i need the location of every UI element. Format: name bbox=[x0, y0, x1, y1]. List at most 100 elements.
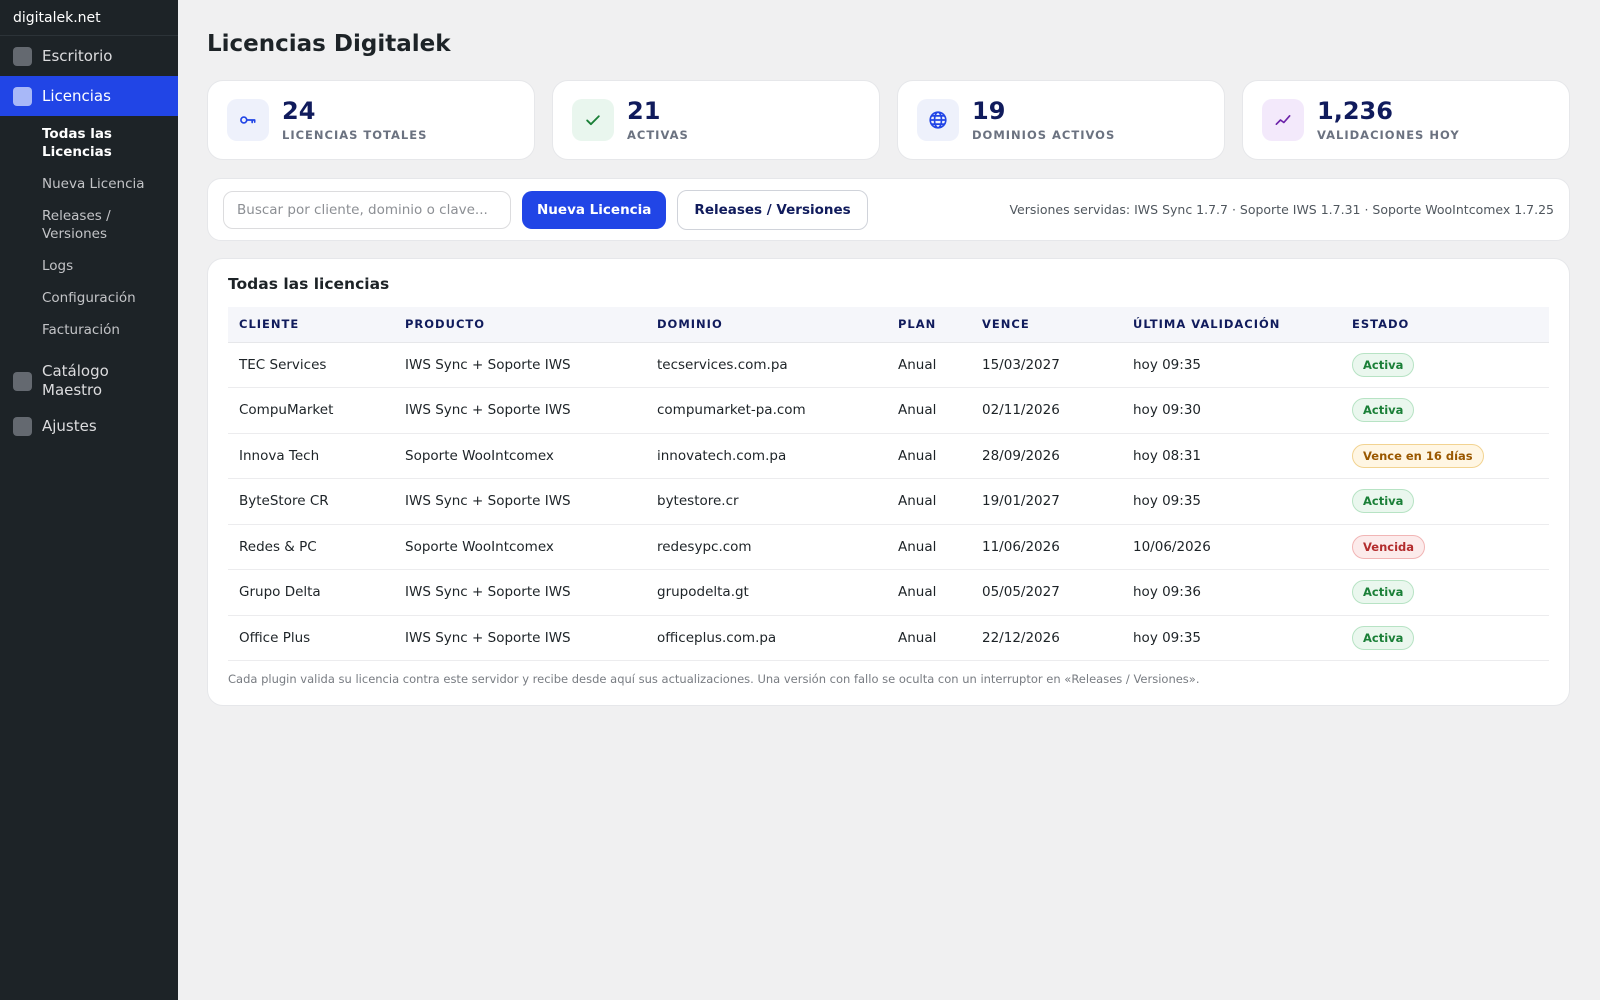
versions-info: Versiones servidas: IWS Sync 1.7.7 · Sop… bbox=[1009, 202, 1554, 217]
sidebar-item-label: Ajustes bbox=[42, 416, 97, 435]
cell-ultima-validacion: hoy 09:35 bbox=[1122, 615, 1341, 661]
cell-dominio: redesypc.com bbox=[646, 524, 887, 570]
cell-ultima-validacion: 10/06/2026 bbox=[1122, 524, 1341, 570]
table-row[interactable]: CompuMarket IWS Sync + Soporte IWS compu… bbox=[228, 387, 1549, 434]
sidebar-item-catalogo-maestro[interactable]: Catálogo Maestro bbox=[0, 356, 178, 406]
submenu-item-nueva-licencia[interactable]: Nueva Licencia bbox=[0, 172, 178, 196]
cell-cliente: CompuMarket bbox=[228, 387, 394, 434]
table-row[interactable]: Redes & PC Soporte WooIntcomex redesypc.… bbox=[228, 524, 1549, 570]
trend-icon bbox=[1262, 99, 1304, 141]
cell-vence: 02/11/2026 bbox=[971, 387, 1122, 434]
sidebar-item-ajustes[interactable]: Ajustes bbox=[0, 406, 178, 446]
cell-dominio: grupodelta.gt bbox=[646, 569, 887, 616]
status-badge: Activa bbox=[1352, 625, 1415, 650]
table-footnote: Cada plugin valida su licencia contra es… bbox=[228, 672, 1200, 686]
sidebar-nav: Escritorio Licencias bbox=[0, 36, 178, 116]
cell-dominio: bytestore.cr bbox=[646, 478, 887, 525]
status-badge: Activa bbox=[1352, 352, 1415, 377]
licencias-submenu: Todas las Licencias Nueva Licencia Relea… bbox=[0, 116, 178, 356]
column-header-estado[interactable]: ESTADO bbox=[1341, 307, 1549, 343]
table-row[interactable]: TEC Services IWS Sync + Soporte IWS tecs… bbox=[228, 342, 1549, 388]
cell-cliente: Grupo Delta bbox=[228, 569, 394, 616]
submenu-item-facturacion[interactable]: Facturación bbox=[0, 318, 178, 342]
sidebar-item-escritorio[interactable]: Escritorio bbox=[0, 36, 178, 76]
stats-row: 24 LICENCIAS TOTALES 21 ACTIVAS 19 DOMIN… bbox=[207, 80, 1570, 160]
cell-cliente: TEC Services bbox=[228, 342, 394, 388]
column-header-cliente[interactable]: CLIENTE bbox=[228, 307, 394, 343]
cell-ultima-validacion: hoy 09:30 bbox=[1122, 387, 1341, 434]
cell-ultima-validacion: hoy 08:31 bbox=[1122, 433, 1341, 479]
sidebar-nav-lower: Catálogo Maestro Ajustes bbox=[0, 356, 178, 446]
table-row[interactable]: ByteStore CR IWS Sync + Soporte IWS byte… bbox=[228, 478, 1549, 525]
globe-icon bbox=[917, 99, 959, 141]
cell-producto: Soporte WooIntcomex bbox=[394, 433, 646, 479]
table-title: Todas las licencias bbox=[228, 275, 390, 293]
cell-dominio: compumarket-pa.com bbox=[646, 387, 887, 434]
stat-value: 1,236 bbox=[1317, 97, 1393, 125]
table-row[interactable]: Grupo Delta IWS Sync + Soporte IWS grupo… bbox=[228, 569, 1549, 616]
table-row[interactable]: Office Plus IWS Sync + Soporte IWS offic… bbox=[228, 615, 1549, 661]
cell-plan: Anual bbox=[887, 342, 971, 388]
cell-estado: Activa bbox=[1341, 478, 1549, 525]
stat-label: DOMINIOS ACTIVOS bbox=[972, 128, 1116, 142]
cell-ultima-validacion: hoy 09:35 bbox=[1122, 342, 1341, 388]
status-badge: Activa bbox=[1352, 398, 1415, 423]
cell-vence: 19/01/2027 bbox=[971, 478, 1122, 525]
stat-value: 21 bbox=[627, 97, 661, 125]
cell-vence: 15/03/2027 bbox=[971, 342, 1122, 388]
stat-card-validaciones-hoy: 1,236 VALIDACIONES HOY bbox=[1242, 80, 1570, 160]
cell-producto: IWS Sync + Soporte IWS bbox=[394, 569, 646, 616]
submenu-item-todas-las-licencias[interactable]: Todas las Licencias bbox=[0, 122, 178, 164]
cell-producto: IWS Sync + Soporte IWS bbox=[394, 615, 646, 661]
cell-cliente: ByteStore CR bbox=[228, 478, 394, 525]
stat-card-licencias-totales: 24 LICENCIAS TOTALES bbox=[207, 80, 535, 160]
cell-cliente: Redes & PC bbox=[228, 524, 394, 570]
cell-cliente: Innova Tech bbox=[228, 433, 394, 479]
sidebar-item-label: Catálogo Maestro bbox=[42, 362, 109, 399]
column-header-ultima-validacion[interactable]: ÚLTIMA VALIDACIÓN bbox=[1122, 307, 1341, 343]
cell-estado: Activa bbox=[1341, 342, 1549, 388]
cell-plan: Anual bbox=[887, 615, 971, 661]
cell-estado: Activa bbox=[1341, 387, 1549, 434]
table-row[interactable]: Innova Tech Soporte WooIntcomex innovate… bbox=[228, 433, 1549, 479]
submenu-item-logs[interactable]: Logs bbox=[0, 254, 178, 278]
licenses-table: CLIENTE PRODUCTO DOMINIO PLAN VENCE ÚLTI… bbox=[228, 307, 1549, 661]
column-header-plan[interactable]: PLAN bbox=[887, 307, 971, 343]
releases-button[interactable]: Releases / Versiones bbox=[677, 189, 868, 230]
check-icon bbox=[572, 99, 614, 141]
cell-vence: 11/06/2026 bbox=[971, 524, 1122, 570]
cell-producto: IWS Sync + Soporte IWS bbox=[394, 478, 646, 525]
cell-producto: IWS Sync + Soporte IWS bbox=[394, 387, 646, 434]
sidebar: digitalek.net Escritorio Licencias Todas… bbox=[0, 0, 178, 1000]
sidebar-item-label: Escritorio bbox=[42, 46, 113, 65]
status-badge: Activa bbox=[1352, 580, 1415, 605]
column-header-vence[interactable]: VENCE bbox=[971, 307, 1122, 343]
stat-label: LICENCIAS TOTALES bbox=[282, 128, 428, 142]
stat-value: 19 bbox=[972, 97, 1006, 125]
stat-label: ACTIVAS bbox=[627, 128, 689, 142]
column-header-dominio[interactable]: DOMINIO bbox=[646, 307, 887, 343]
cell-dominio: tecservices.com.pa bbox=[646, 342, 887, 388]
cell-dominio: officeplus.com.pa bbox=[646, 615, 887, 661]
cell-vence: 28/09/2026 bbox=[971, 433, 1122, 479]
cell-plan: Anual bbox=[887, 524, 971, 570]
cell-vence: 05/05/2027 bbox=[971, 569, 1122, 616]
submenu-item-configuracion[interactable]: Configuración bbox=[0, 286, 178, 310]
cell-plan: Anual bbox=[887, 433, 971, 479]
table-header-row: CLIENTE PRODUCTO DOMINIO PLAN VENCE ÚLTI… bbox=[228, 307, 1549, 343]
column-header-producto[interactable]: PRODUCTO bbox=[394, 307, 646, 343]
catalog-icon bbox=[13, 371, 32, 391]
main-content: Licencias Digitalek 24 LICENCIAS TOTALES… bbox=[178, 0, 1600, 1000]
submenu-item-releases[interactable]: Releases / Versiones bbox=[0, 204, 178, 246]
search-input[interactable] bbox=[223, 190, 511, 229]
cell-producto: IWS Sync + Soporte IWS bbox=[394, 342, 646, 388]
new-license-button[interactable]: Nueva Licencia bbox=[522, 190, 667, 229]
cell-ultima-validacion: hoy 09:36 bbox=[1122, 569, 1341, 616]
key-icon bbox=[227, 99, 269, 141]
cell-cliente: Office Plus bbox=[228, 615, 394, 661]
sidebar-item-licencias[interactable]: Licencias bbox=[0, 76, 178, 116]
site-brand[interactable]: digitalek.net bbox=[0, 0, 178, 36]
cell-plan: Anual bbox=[887, 387, 971, 434]
cell-dominio: innovatech.com.pa bbox=[646, 433, 887, 479]
licenses-table-card: Todas las licencias CLIENTE PRODUCTO DOM… bbox=[207, 258, 1570, 706]
